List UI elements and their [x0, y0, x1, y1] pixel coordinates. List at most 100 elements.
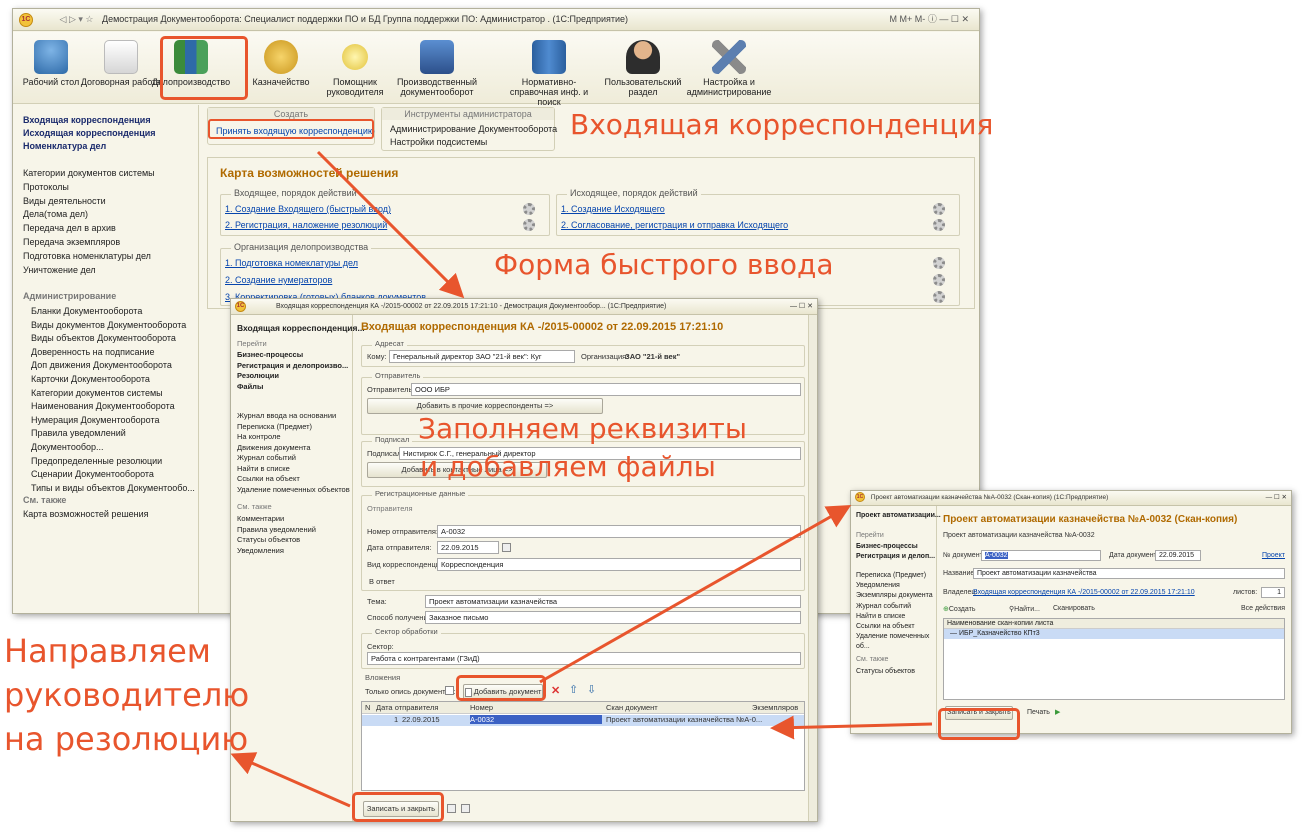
- admin-list-item[interactable]: Нумерация Документооборота: [31, 414, 198, 428]
- form-see-also-item[interactable]: Правила уведомлений: [237, 525, 316, 536]
- sender-number-field[interactable]: А-0032: [437, 525, 801, 538]
- sheets-field[interactable]: 1: [1261, 587, 1285, 598]
- form-nav-item[interactable]: Переписка (Предмет): [237, 422, 350, 433]
- section-user[interactable]: Пользовательский раздел: [599, 40, 687, 97]
- find-button[interactable]: ⚲Найти...: [1009, 605, 1040, 613]
- list-item[interactable]: — ИБР_Казначейство КПт3: [944, 629, 1284, 639]
- admin-list-item[interactable]: Доп движения Документооборота: [31, 359, 198, 373]
- admin-tools-item[interactable]: Настройки подсистемы: [390, 137, 487, 147]
- create-button[interactable]: ⊕Создать: [943, 605, 975, 613]
- owner-link[interactable]: Входящая корреспонденция КА -/2015-00002…: [973, 589, 1195, 596]
- scan-nav-item[interactable]: Ссылки на объект: [856, 622, 936, 632]
- nav-list-item[interactable]: Категории документов системы: [23, 167, 155, 181]
- gear-icon[interactable]: [933, 274, 945, 286]
- print-button[interactable]: Печать: [1027, 709, 1050, 716]
- form-see-also-item[interactable]: Уведомления: [237, 546, 316, 557]
- run-icon[interactable]: ▶: [1055, 708, 1060, 716]
- minimize-icon[interactable]: —: [939, 14, 948, 24]
- scan-nav-item[interactable]: Журнал событий: [856, 602, 936, 612]
- admin-list-item[interactable]: Доверенность на подписание: [31, 346, 198, 360]
- maximize-icon[interactable]: ☐: [799, 303, 805, 310]
- calendar-icon[interactable]: [502, 543, 511, 552]
- form-nav-item[interactable]: Журнал ввода на основании: [237, 411, 350, 422]
- form-nav-item[interactable]: Найти в списке: [237, 464, 350, 475]
- nav-nomenclature[interactable]: Номенклатура дел: [23, 141, 106, 151]
- correspondence-kind-field[interactable]: Корреспонденция: [437, 558, 801, 571]
- scan-nav-item[interactable]: Регистрация и делоп...: [856, 553, 935, 560]
- nav-outgoing[interactable]: Исходящая корреспонденция: [23, 128, 156, 138]
- save-icon[interactable]: [447, 804, 456, 813]
- sender-date-field[interactable]: 22.09.2015: [437, 541, 499, 554]
- move-down-icon[interactable]: ⇩: [587, 683, 596, 696]
- form-nav-item[interactable]: Удаление помеченных объектов: [237, 485, 350, 496]
- nav-incoming[interactable]: Входящая корреспонденция: [23, 115, 151, 125]
- close-icon[interactable]: ✕: [807, 303, 813, 310]
- name-field[interactable]: Проект автоматизации казначейства: [973, 568, 1285, 579]
- maximize-icon[interactable]: ☐: [951, 14, 959, 24]
- doc-number-field[interactable]: А-0032: [981, 550, 1101, 561]
- see-also-item[interactable]: Карта возможностей решения: [23, 509, 149, 519]
- form-nav-item[interactable]: Файлы: [237, 382, 348, 393]
- form-nav-item[interactable]: Ссылки на объект: [237, 474, 350, 485]
- gear-icon[interactable]: [933, 203, 945, 215]
- incoming-link-2[interactable]: 2. Регистрация, наложение резолюций: [225, 220, 387, 230]
- project-link[interactable]: Проект: [1262, 552, 1285, 559]
- form-scrollbar[interactable]: [808, 315, 817, 821]
- delete-icon[interactable]: ✕: [551, 684, 560, 697]
- outgoing-link-1[interactable]: 1. Создание Исходящего: [561, 204, 665, 214]
- form-nav-item[interactable]: Регистрация и делопроизво...: [237, 361, 348, 372]
- scan-nav-item[interactable]: Экземпляры документа: [856, 591, 936, 601]
- scan-nav-item[interactable]: Бизнес-процессы: [856, 543, 918, 550]
- scan-nav-item[interactable]: Переписка (Предмет): [856, 571, 936, 581]
- all-actions-menu[interactable]: Все действия: [1241, 605, 1285, 612]
- form-nav-item[interactable]: Движения документа: [237, 443, 350, 454]
- admin-list-item[interactable]: Правила уведомлений Документообор...: [31, 427, 198, 454]
- gear-icon[interactable]: [933, 257, 945, 269]
- form-nav-item[interactable]: На контроле: [237, 432, 350, 443]
- nav-list-item[interactable]: Протоколы: [23, 181, 155, 195]
- back-arrow-icon[interactable]: ◁ ▷ ▾ ☆: [60, 14, 94, 24]
- maximize-icon[interactable]: ☐: [1274, 494, 1280, 501]
- form-nav-title[interactable]: Входящая корреспонденция...: [237, 323, 365, 333]
- scan-nav-item[interactable]: Уведомления: [856, 581, 936, 591]
- section-reference[interactable]: Нормативно-справочная инф. и поиск: [499, 40, 599, 107]
- topic-field[interactable]: Проект автоматизации казначейства: [425, 595, 801, 608]
- nav-list-item[interactable]: Уничтожение дел: [23, 264, 155, 278]
- section-production[interactable]: Производственный документооборот: [393, 40, 481, 97]
- move-up-icon[interactable]: ⇧: [569, 683, 578, 696]
- form-see-also-item[interactable]: Комментарии: [237, 514, 316, 525]
- scan-nav-title[interactable]: Проект автоматизации...: [856, 512, 941, 519]
- gear-icon[interactable]: [523, 219, 535, 231]
- admin-list-item[interactable]: Сценарии Документооборота: [31, 468, 198, 482]
- admin-list-item[interactable]: Карточки Документооборота: [31, 373, 198, 387]
- sender-field[interactable]: ООО ИБР: [411, 383, 801, 396]
- minimize-icon[interactable]: —: [790, 303, 797, 310]
- org-link-2[interactable]: 2. Создание нумераторов: [225, 275, 332, 285]
- form-nav-item[interactable]: Бизнес-процессы: [237, 350, 348, 361]
- receipt-method-field[interactable]: Заказное письмо: [425, 611, 801, 624]
- nav-list-item[interactable]: Виды деятельности: [23, 195, 155, 209]
- admin-list-item[interactable]: Виды документов Документооборота: [31, 319, 198, 333]
- incoming-link-1[interactable]: 1. Создание Входящего (быстрый ввод): [225, 204, 391, 214]
- doc-date-field[interactable]: 22.09.2015: [1155, 550, 1201, 561]
- scan-button[interactable]: Сканировать: [1053, 605, 1095, 612]
- section-admin[interactable]: Настройка и администрирование: [681, 40, 777, 97]
- section-assistant[interactable]: Помощник руководителя: [311, 40, 399, 97]
- scan-nav-item[interactable]: Найти в списке: [856, 612, 936, 622]
- form-nav-item[interactable]: Резолюции: [237, 371, 348, 382]
- memory-buttons[interactable]: M M+ M-: [890, 14, 926, 24]
- form-see-also-item[interactable]: Статусы объектов: [237, 535, 316, 546]
- nav-list-item[interactable]: Передача экземпляров: [23, 236, 155, 250]
- outgoing-link-2[interactable]: 2. Согласование, регистрация и отправка …: [561, 220, 788, 230]
- gear-icon[interactable]: [933, 219, 945, 231]
- admin-list-item[interactable]: Категории документов системы: [31, 387, 198, 401]
- scan-see-also-item[interactable]: Статусы объектов: [856, 668, 915, 675]
- scan-nav-item[interactable]: Удаление помеченных об...: [856, 632, 936, 652]
- table-row[interactable]: 1 22.09.2015 А-0032 Проект автоматизации…: [362, 715, 804, 726]
- org-link-1[interactable]: 1. Подготовка номеклатуры дел: [225, 258, 358, 268]
- admin-list-item[interactable]: Типы и виды объектов Документообо...: [31, 482, 198, 496]
- inventory-checkbox[interactable]: [445, 686, 454, 695]
- admin-list-item[interactable]: Виды объектов Документооборота: [31, 332, 198, 346]
- minimize-icon[interactable]: —: [1266, 494, 1273, 501]
- nav-list-item[interactable]: Передача дел в архив: [23, 222, 155, 236]
